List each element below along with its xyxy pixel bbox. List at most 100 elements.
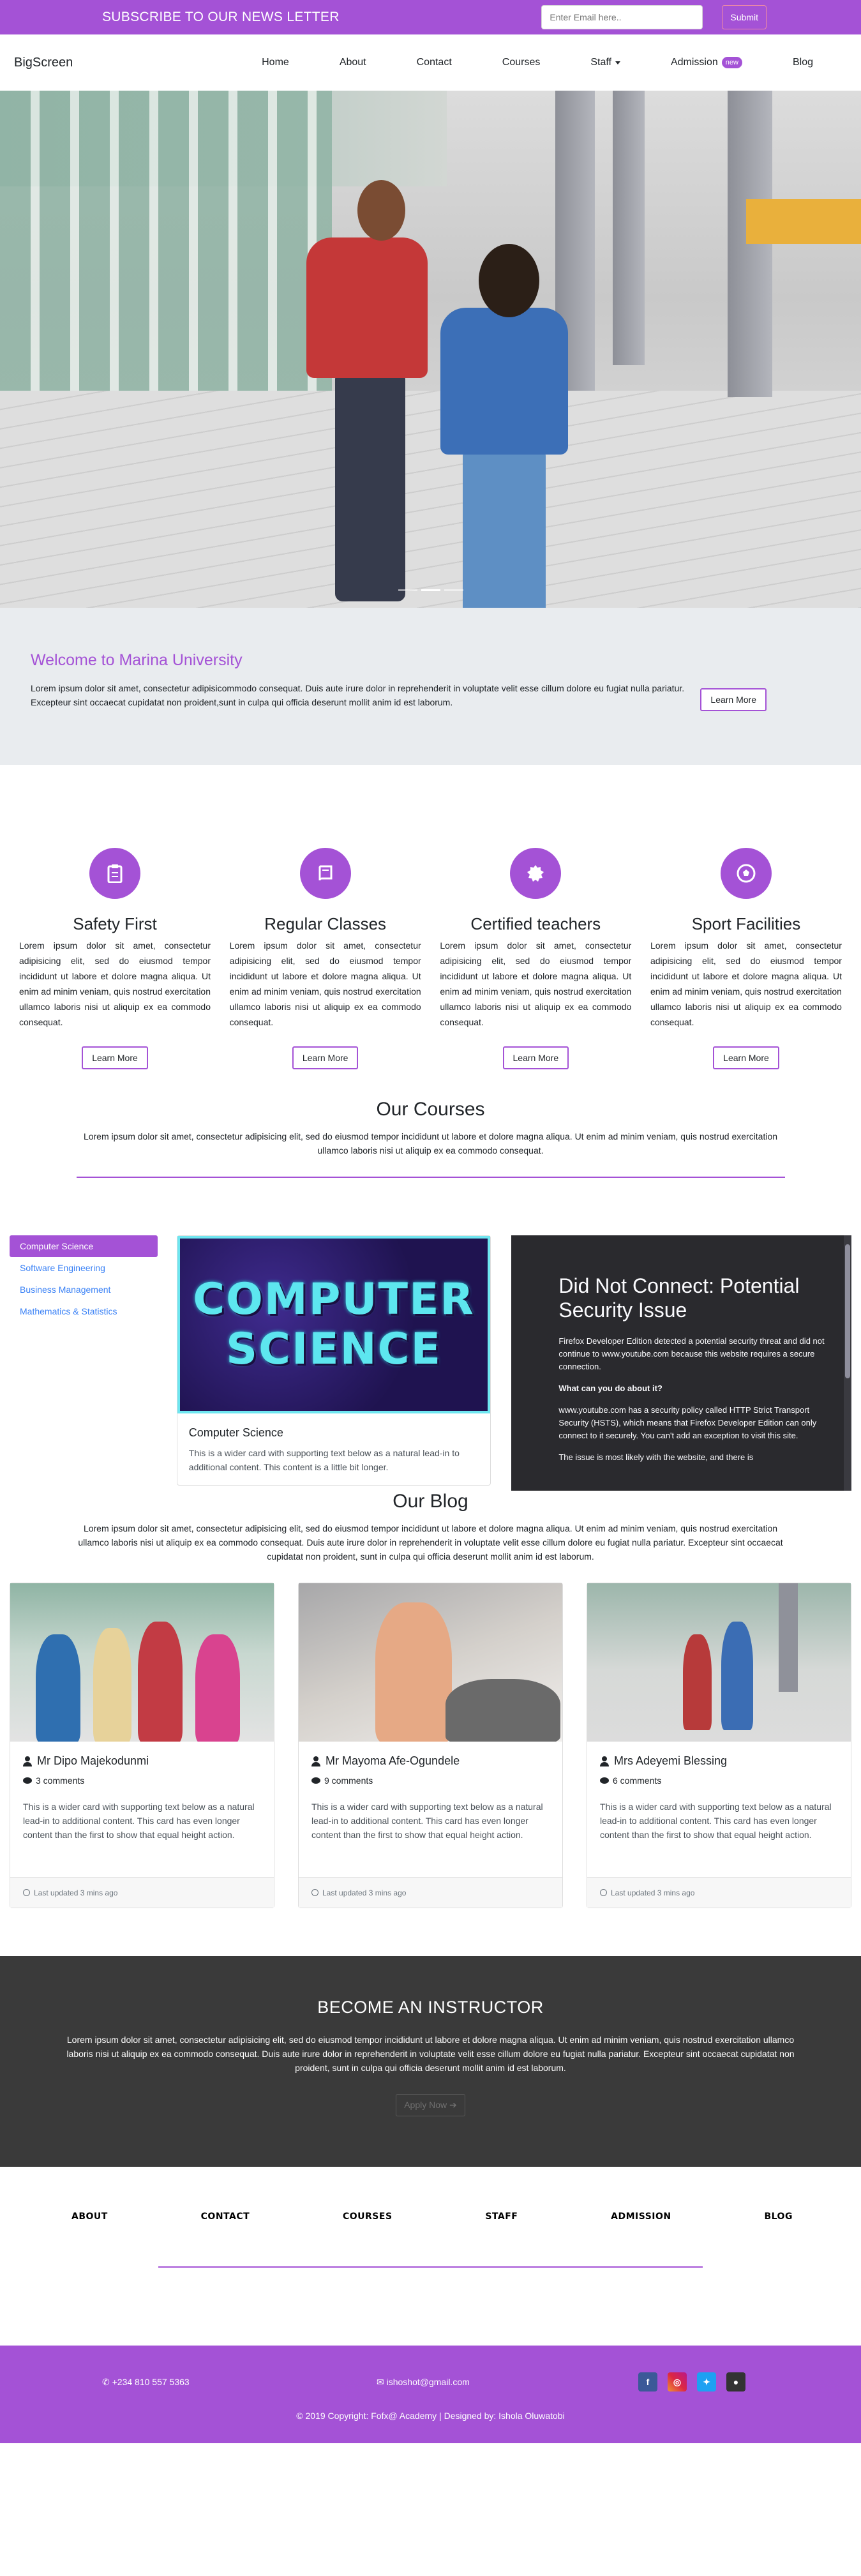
phone-icon: ✆ bbox=[102, 2376, 110, 2387]
github-icon[interactable]: ● bbox=[726, 2372, 745, 2391]
blog-comments-count: 3 comments bbox=[36, 1775, 85, 1786]
blog-last-updated: Last updated 3 mins ago bbox=[322, 1888, 407, 1897]
footer-link-contact[interactable]: CONTACT bbox=[201, 2211, 250, 2222]
course-image-text: SCIENCE bbox=[226, 1324, 442, 1375]
footer-contact-row: ✆ +234 810 557 5363 ✉ ishoshot@gmail.com… bbox=[0, 2371, 861, 2393]
blog-cards: Mr Dipo Majekodunmi 3 comments This is a… bbox=[0, 1563, 861, 1956]
course-tab-mathematics-statistics[interactable]: Mathematics & Statistics bbox=[10, 1300, 158, 1322]
envelope-icon: ✉ bbox=[377, 2376, 384, 2387]
submit-button[interactable]: Submit bbox=[722, 5, 767, 29]
hero-floor bbox=[0, 391, 861, 608]
blog-card[interactable]: Mr Dipo Majekodunmi 3 comments This is a… bbox=[10, 1583, 274, 1908]
scrollbar[interactable] bbox=[844, 1235, 851, 1491]
instructor-section: BECOME AN INSTRUCTOR Lorem ipsum dolor s… bbox=[0, 1956, 861, 2167]
blog-card[interactable]: Mrs Adeyemi Blessing 6 comments This is … bbox=[587, 1583, 851, 1908]
nav-contact-label: Contact bbox=[416, 57, 452, 68]
blog-comments: 6 comments bbox=[600, 1775, 838, 1786]
facebook-icon[interactable]: f bbox=[638, 2372, 657, 2391]
carousel-indicator-active[interactable] bbox=[421, 589, 440, 591]
hero-student-female-head bbox=[357, 180, 405, 241]
email-input[interactable] bbox=[541, 5, 703, 29]
blog-card[interactable]: Mr Mayoma Afe-Ogundele 9 comments This i… bbox=[298, 1583, 563, 1908]
blog-comments: 9 comments bbox=[311, 1775, 550, 1786]
security-error-text: The issue is most likely with the websit… bbox=[558, 1452, 754, 1462]
nav-blog-label: Blog bbox=[792, 57, 813, 68]
security-error-text: Firefox Developer Edition detected a pot… bbox=[558, 1336, 825, 1371]
apply-now-label: Apply Now bbox=[404, 2100, 447, 2110]
carousel-indicators bbox=[0, 589, 861, 591]
course-card-text: This is a wider card with supporting tex… bbox=[188, 1448, 460, 1472]
subscribe-title: SUBSCRIBE TO OUR NEWS LETTER bbox=[102, 10, 340, 24]
blog-author-name: Mrs Adeyemi Blessing bbox=[614, 1754, 728, 1767]
blog-author: Mr Dipo Majekodunmi bbox=[23, 1754, 261, 1768]
comment-icon bbox=[600, 1777, 609, 1784]
arrow-right-icon: ➔ bbox=[449, 2100, 457, 2110]
hero-student-male-head bbox=[479, 244, 539, 317]
hero-student-male bbox=[463, 448, 546, 608]
nav-staff-dropdown[interactable]: Staff bbox=[590, 57, 620, 68]
footer-link-courses[interactable]: COURSES bbox=[343, 2211, 393, 2222]
nav-contact[interactable]: Contact bbox=[417, 57, 452, 68]
new-badge: new bbox=[721, 57, 742, 68]
nav-about[interactable]: About bbox=[340, 57, 366, 68]
feature-learn-more-button[interactable]: Learn More bbox=[502, 1046, 569, 1069]
courses-title: Our Courses bbox=[376, 1099, 485, 1120]
footer-link-blog[interactable]: BLOG bbox=[764, 2211, 793, 2222]
feature-text: Lorem ipsum dolor sit amet, consectetur … bbox=[229, 940, 421, 1027]
carousel-indicator[interactable] bbox=[444, 589, 463, 591]
nav-home[interactable]: Home bbox=[262, 57, 289, 68]
comment-icon bbox=[23, 1777, 32, 1784]
welcome-title: Welcome to Marina University bbox=[31, 651, 243, 669]
footer-bar: ✆ +234 810 557 5363 ✉ ishoshot@gmail.com… bbox=[0, 2346, 861, 2443]
blog-author-name: Mr Dipo Majekodunmi bbox=[37, 1754, 149, 1767]
blog-card-footer: Last updated 3 mins ago bbox=[299, 1877, 562, 1908]
scrollbar-thumb[interactable] bbox=[845, 1244, 850, 1378]
hero-carousel[interactable] bbox=[0, 91, 861, 608]
blog-author-name: Mr Mayoma Afe-Ogundele bbox=[326, 1754, 460, 1767]
nav-links: Home About Contact Courses Staff Admissi… bbox=[262, 57, 813, 68]
feature-card: Certified teachers Lorem ipsum dolor sit… bbox=[440, 848, 631, 1087]
carousel-indicator[interactable] bbox=[398, 589, 417, 591]
blog-image bbox=[10, 1583, 274, 1742]
feature-learn-more-button[interactable]: Learn More bbox=[292, 1046, 359, 1069]
blog-card-text: This is a wider card with supporting tex… bbox=[311, 1802, 543, 1840]
instagram-icon[interactable]: ◎ bbox=[668, 2372, 687, 2391]
nav-admission[interactable]: Admission new bbox=[671, 57, 742, 68]
footer-divider bbox=[158, 2266, 703, 2268]
footer-email[interactable]: ✉ ishoshot@gmail.com bbox=[377, 2377, 638, 2388]
twitter-icon[interactable]: ✦ bbox=[697, 2372, 716, 2391]
footer-link-about[interactable]: ABOUT bbox=[71, 2211, 108, 2222]
course-tab-computer-science[interactable]: Computer Science bbox=[10, 1235, 158, 1257]
hero-student-male-body bbox=[440, 308, 568, 455]
feature-learn-more-button[interactable]: Learn More bbox=[82, 1046, 148, 1069]
blog-card-footer: Last updated 3 mins ago bbox=[587, 1877, 851, 1908]
nav-blog[interactable]: Blog bbox=[793, 57, 813, 68]
blog-author: Mr Mayoma Afe-Ogundele bbox=[311, 1754, 550, 1768]
nav-courses[interactable]: Courses bbox=[502, 57, 541, 68]
social-links: f ◎ ✦ ● bbox=[638, 2372, 745, 2391]
footer-link-staff[interactable]: STAFF bbox=[485, 2211, 518, 2222]
course-card-title: Computer Science bbox=[188, 1426, 283, 1439]
apply-now-button[interactable]: Apply Now ➔ bbox=[396, 2094, 465, 2116]
hero-student-female-body bbox=[306, 237, 428, 378]
feature-learn-more-button[interactable]: Learn More bbox=[713, 1046, 779, 1069]
user-icon bbox=[600, 1756, 609, 1766]
blog-image-figure bbox=[721, 1622, 753, 1730]
feature-text: Lorem ipsum dolor sit amet, consectetur … bbox=[440, 940, 632, 1027]
footer-nav: ABOUT CONTACT COURSES STAFF ADMISSION BL… bbox=[0, 2167, 861, 2346]
copyright-text: © 2019 Copyright: Fofx@ Academy | Design… bbox=[296, 2411, 565, 2421]
subscribe-form: Submit bbox=[541, 5, 767, 29]
blog-comments-count: 9 comments bbox=[324, 1775, 373, 1786]
brand-logo[interactable]: BigScreen bbox=[14, 56, 73, 70]
course-tab-software-engineering[interactable]: Software Engineering bbox=[10, 1257, 158, 1279]
page: SUBSCRIBE TO OUR NEWS LETTER Submit BigS… bbox=[0, 0, 861, 2443]
footer-phone: ✆ +234 810 557 5363 bbox=[102, 2377, 377, 2388]
book-icon bbox=[299, 848, 351, 899]
courses-body: Computer Science Software Engineering Bu… bbox=[0, 1178, 861, 1491]
footer-phone-number: +234 810 557 5363 bbox=[112, 2376, 190, 2387]
blog-image-figure bbox=[93, 1628, 131, 1742]
blog-card-text: This is a wider card with supporting tex… bbox=[600, 1802, 832, 1840]
course-tab-business-management[interactable]: Business Management bbox=[10, 1279, 158, 1300]
footer-link-admission[interactable]: ADMISSION bbox=[611, 2211, 671, 2222]
welcome-learn-more-button[interactable]: Learn More bbox=[700, 688, 767, 711]
